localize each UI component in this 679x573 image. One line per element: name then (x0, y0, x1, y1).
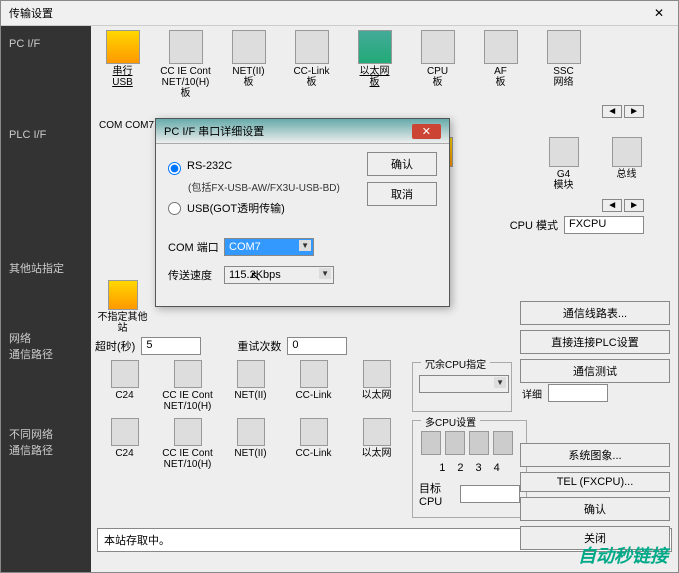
redundant-section: 冗余CPU指定 (412, 362, 512, 412)
nostation-icon (108, 280, 138, 310)
slot-numbers: 1234 (419, 462, 520, 474)
icon-cpu[interactable]: CPU 板 (410, 30, 465, 99)
speed-row: 传送速度 115.2Kbps (168, 266, 437, 284)
net2-cclink[interactable]: CC-Link (286, 418, 341, 520)
net1-icons: C24 CC IE Cont NET/10(H) NET(II) CC-Link… (95, 358, 406, 416)
dialog-body: 确认 取消 RS-232C (包括FX-USB-AW/FX3U-USB-BD) … (156, 144, 449, 306)
icon-serial-usb[interactable]: 串行 USB (95, 30, 150, 99)
cpu-slot-2[interactable] (445, 431, 465, 455)
dialog-buttons: 确认 取消 (367, 152, 437, 206)
cpu-icon (421, 30, 455, 64)
net1-c24[interactable]: C24 (97, 360, 152, 414)
dialog-titlebar: PC I/F 串口详细设置 ✕ (156, 119, 449, 144)
window-title: 传输设置 (9, 5, 53, 21)
com-port-row: COM 端口 COM7 (168, 238, 437, 256)
icon-af[interactable]: AF 板 (473, 30, 528, 99)
sidebar-item-pcif[interactable]: PC I/F (1, 26, 91, 62)
net2-c24[interactable]: C24 (97, 418, 152, 520)
bus-icon (612, 137, 642, 167)
main-close-button[interactable]: 关闭 (520, 526, 670, 550)
retry-label: 重试次数 (237, 338, 281, 354)
comm-route-button[interactable]: 通信线路表... (520, 301, 670, 325)
sidebar-item-network[interactable]: 网络 通信路径 (1, 318, 91, 374)
timeout-input[interactable]: 5 (141, 337, 201, 355)
target-cpu-label: 目标CPU (419, 480, 454, 508)
cpu-mode-label: CPU 模式 (510, 217, 558, 233)
af-icon (484, 30, 518, 64)
close-icon[interactable]: ✕ (648, 6, 670, 21)
multicpu-title: 多CPU设置 (421, 414, 480, 429)
retry-input[interactable]: 0 (287, 337, 347, 355)
right-panel: 通信线路表... 直接连接PLC设置 通信测试 系统图象... TEL (FXC… (520, 301, 670, 550)
sys-image-button[interactable]: 系统图象... (520, 443, 670, 467)
sidebar: PC I/F PLC I/F 其他站指定 网络 通信路径 不同网络 通信路径 (1, 26, 91, 572)
main-ok-button[interactable]: 确认 (520, 497, 670, 521)
cpu-mode-value[interactable]: FXCPU (564, 216, 644, 234)
icon-ssc[interactable]: SSC 网络 (536, 30, 591, 99)
direct-plc-button[interactable]: 直接连接PLC设置 (520, 330, 670, 354)
speed-combo[interactable]: 115.2Kbps (224, 266, 334, 284)
redundant-label: 冗余CPU指定 (421, 356, 490, 371)
net2-netii[interactable]: NET(II) (223, 418, 278, 520)
icon-cclink[interactable]: CC-Link 板 (284, 30, 339, 99)
dialog-cancel-button[interactable]: 取消 (367, 182, 437, 206)
icon-ccie[interactable]: CC IE Cont NET/10(H)板 (158, 30, 213, 99)
icon-ethernet[interactable]: 以太网 板 (347, 30, 402, 99)
scroll-right-1[interactable]: ► (624, 105, 644, 118)
com-port-label: COM 端口 (168, 239, 224, 255)
sidebar-item-diffnetwork[interactable]: 不同网络 通信路径 (1, 414, 91, 470)
serial-detail-dialog: PC I/F 串口详细设置 ✕ 确认 取消 RS-232C (包括FX-USB-… (155, 118, 450, 307)
scroll-left-2[interactable]: ◄ (602, 199, 622, 212)
tel-button[interactable]: TEL (FXCPU)... (520, 472, 670, 492)
netii-icon (232, 30, 266, 64)
icon-bus[interactable]: 总线 (599, 137, 654, 191)
serial-usb-icon (106, 30, 140, 64)
scroll-control-1: ◄ ► (95, 105, 644, 118)
usb-label: USB(GOT透明传输) (187, 200, 285, 216)
rs232-radio[interactable] (168, 162, 181, 175)
ccie-icon (169, 30, 203, 64)
pcif-icon-row: 串行 USB CC IE Cont NET/10(H)板 NET(II) 板 C… (95, 30, 674, 99)
multicpu-section: 多CPU设置 1234 目标CPU (412, 420, 527, 518)
net1-eth[interactable]: 以太网 (349, 360, 404, 414)
dialog-title: PC I/F 串口详细设置 (164, 123, 264, 139)
sidebar-item-plcif[interactable]: PLC I/F (1, 117, 91, 153)
cclink-icon (295, 30, 329, 64)
cpu-slots (419, 431, 520, 458)
speed-label: 传送速度 (168, 267, 224, 283)
rs232-label: RS-232C (187, 160, 232, 172)
dialog-ok-button[interactable]: 确认 (367, 152, 437, 176)
icon-netii[interactable]: NET(II) 板 (221, 30, 276, 99)
dialog-close-button[interactable]: ✕ (412, 124, 441, 139)
icon-g4[interactable]: G4 模块 (536, 137, 591, 191)
scroll-right-2[interactable]: ► (624, 199, 644, 212)
cpu-slot-4[interactable] (493, 431, 513, 455)
net1-ccie[interactable]: CC IE Cont NET/10(H) (160, 360, 215, 414)
net2-eth[interactable]: 以太网 (349, 418, 404, 520)
net1-netii[interactable]: NET(II) (223, 360, 278, 414)
com-port-combo[interactable]: COM7 (224, 238, 314, 256)
timeout-label: 超时(秒) (95, 338, 135, 354)
redundant-combo[interactable] (419, 375, 509, 393)
net2-icons: C24 CC IE Cont NET/10(H) NET(II) CC-Link… (95, 416, 406, 522)
net2-ccie[interactable]: CC IE Cont NET/10(H) (160, 418, 215, 520)
usb-radio[interactable] (168, 202, 181, 215)
ssc-icon (547, 30, 581, 64)
comm-test-button[interactable]: 通信测试 (520, 359, 670, 383)
titlebar: 传输设置 ✕ (1, 1, 678, 26)
ethernet-icon (358, 30, 392, 64)
icon-nostation[interactable]: 不指定其他站 (95, 280, 150, 334)
cpu-slot-1[interactable] (421, 431, 441, 455)
g4-icon (549, 137, 579, 167)
net1-cclink[interactable]: CC-Link (286, 360, 341, 414)
target-cpu-input[interactable] (460, 485, 520, 503)
scroll-left-1[interactable]: ◄ (602, 105, 622, 118)
cpu-slot-3[interactable] (469, 431, 489, 455)
sidebar-item-otherstation[interactable]: 其他站指定 (1, 248, 91, 288)
